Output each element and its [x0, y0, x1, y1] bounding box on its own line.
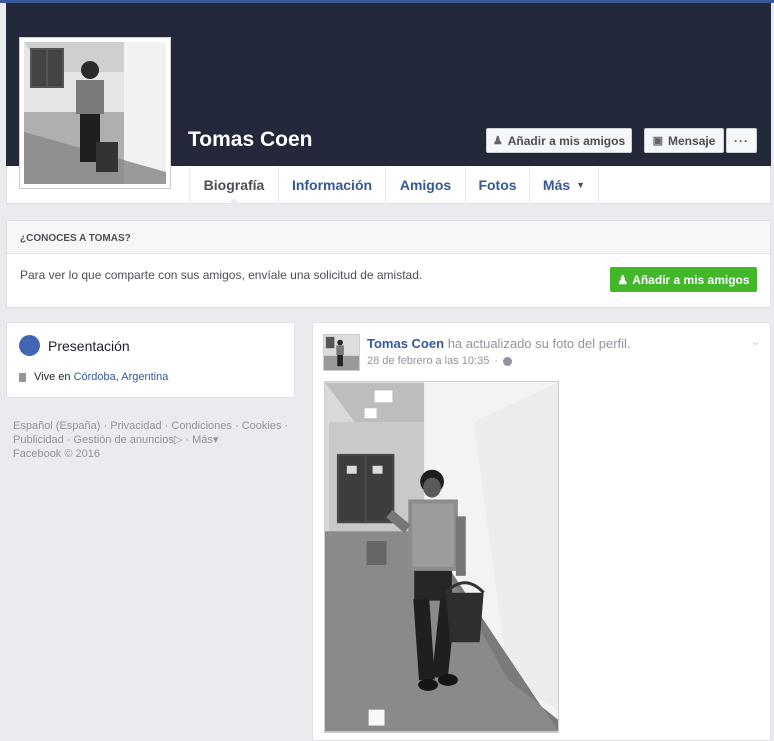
globe-icon [19, 335, 40, 356]
footer: Español (España) · Privacidad · Condicio… [13, 420, 289, 460]
more-options-button[interactable]: ··· [726, 128, 757, 153]
send-request-link[interactable]: envíale una solicitud de amistad. [248, 268, 422, 282]
post-options-chevron-icon[interactable]: ⌄ [751, 335, 760, 348]
more-options-label: ··· [734, 133, 749, 148]
tab-label: Información [291, 177, 373, 193]
know-person-card: ¿CONOCES A TOMAS? Para ver lo que compar… [6, 220, 771, 308]
tab-label: Fotos [478, 177, 517, 193]
post-header: Tomas Coen ha actualizado su foto del pe… [367, 336, 631, 351]
add-person-icon: ♟ [617, 272, 629, 287]
footer-link-privacy[interactable]: Privacidad [110, 420, 161, 432]
profile-update-post: Tomas Coen ha actualizado su foto del pe… [312, 322, 771, 741]
know-card-text: Para ver lo que comparte con sus amigos,… [20, 268, 422, 282]
intro-card: Presentación Vive en Córdoba, Argentina [6, 322, 295, 398]
know-card-text-start: Para ver lo que comparte con sus amigos, [20, 268, 249, 282]
public-globe-icon [502, 356, 512, 366]
avatar-image [324, 335, 359, 370]
post-timestamp[interactable]: 28 de febrero a las 10:35 [367, 355, 489, 367]
message-icon: ▣ [652, 135, 664, 147]
footer-copyright: Facebook © 2016 [13, 448, 100, 460]
ad-choices-icon: ▷ [173, 434, 183, 446]
footer-link-ad-choices[interactable]: Gestión de anuncios [74, 434, 174, 446]
post-author-link[interactable]: Tomas Coen [367, 336, 444, 351]
message-label: Mensaje [668, 133, 716, 148]
tab-label: Más [542, 177, 571, 193]
footer-link-more[interactable]: Más [192, 434, 213, 446]
post-author-avatar[interactable] [323, 334, 360, 371]
profile-picture[interactable] [19, 37, 171, 189]
footer-link-terms[interactable]: Condiciones [171, 420, 232, 432]
footer-link-advertising[interactable]: Publicidad [13, 434, 64, 446]
add-person-icon: ♟ [492, 135, 503, 147]
message-button[interactable]: ▣ Mensaje [644, 128, 724, 153]
caret-down-icon: ▾ [212, 434, 219, 446]
add-friend-green-label: Añadir a mis amigos [632, 272, 750, 287]
add-friend-green-button[interactable]: ♟ Añadir a mis amigos [610, 267, 757, 292]
add-friend-button[interactable]: ♟ Añadir a mis amigos [486, 128, 632, 153]
tab-mas[interactable]: Más ▼ [529, 166, 599, 204]
post-photo-image [325, 382, 558, 732]
city-link[interactable]: Córdoba, Argentina [74, 371, 169, 383]
tab-label: Amigos [399, 177, 452, 193]
meta-separator: · [494, 355, 498, 367]
profile-photo-image [24, 42, 166, 184]
tab-informacion[interactable]: Información [278, 166, 385, 204]
footer-link-cookies[interactable]: Cookies [242, 420, 282, 432]
home-icon [19, 372, 26, 382]
footer-link-language[interactable]: Español (España) [13, 420, 100, 432]
lives-in-text: Vive en Córdoba, Argentina [34, 371, 168, 383]
intro-title: Presentación [48, 338, 130, 354]
lives-prefix: Vive en [34, 371, 71, 383]
tab-fotos[interactable]: Fotos [465, 166, 529, 204]
tab-biografia[interactable]: Biografía [189, 166, 278, 205]
lives-in-row: Vive en Córdoba, Argentina [19, 371, 168, 383]
caret-down-icon: ▼ [576, 180, 586, 190]
tab-amigos[interactable]: Amigos [385, 166, 465, 204]
know-card-heading: ¿CONOCES A TOMAS? [7, 221, 770, 254]
post-meta: 28 de febrero a las 10:35 · [367, 355, 512, 367]
post-photo[interactable] [324, 381, 559, 733]
post-action-text: ha actualizado su foto del perfil. [447, 336, 631, 351]
profile-name: Tomas Coen [188, 128, 313, 151]
tab-label: Biografía [203, 177, 265, 193]
add-friend-label: Añadir a mis amigos [507, 133, 626, 148]
